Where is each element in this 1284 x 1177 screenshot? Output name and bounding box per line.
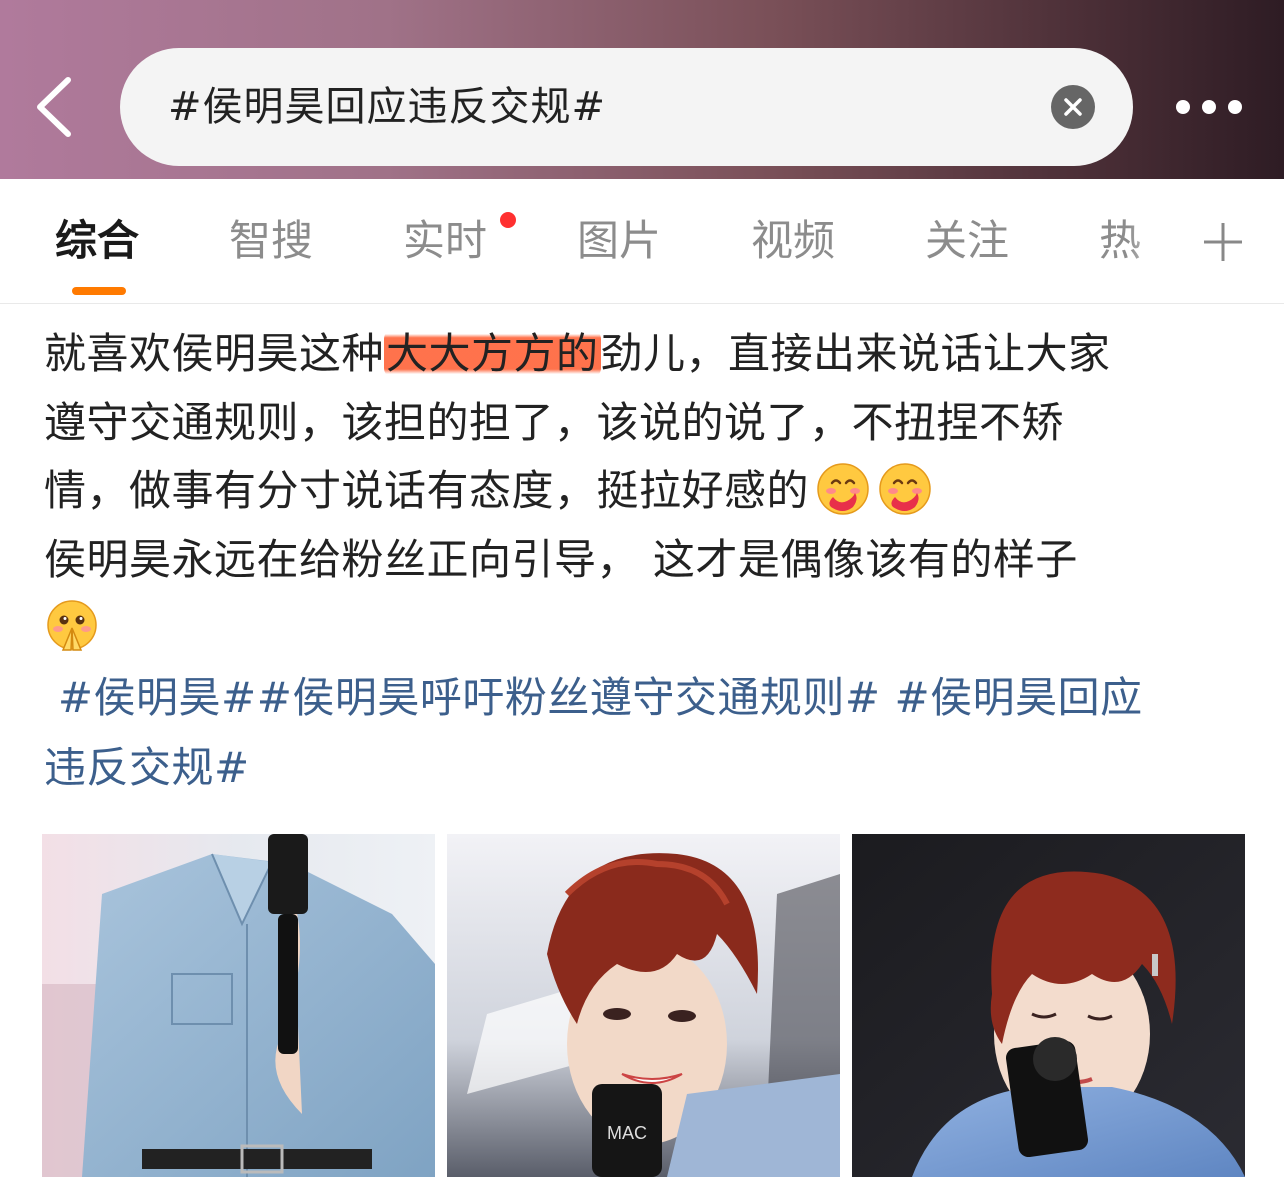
more-dot-icon — [1202, 100, 1216, 114]
post-text-segment: 劲儿，直接出来说话让大家 — [600, 329, 1111, 378]
close-icon — [1064, 98, 1082, 116]
post-topics: #侯明昊##侯明昊呼吁粉丝遵守交通规则# #侯明昊回应 违反交规# — [44, 663, 1244, 803]
post-line: 遵守交通规则，该担的担了，该说的说了，不扭捏不矫 — [44, 397, 1065, 447]
post-line: 侯明昊永远在给粉丝正向引导， 这才是偶像该有的样子 — [44, 534, 1078, 584]
search-query[interactable]: #侯明昊回应违反交规# — [168, 48, 606, 166]
more-dot-icon — [1176, 100, 1190, 114]
topic-link[interactable]: 违反交规# — [44, 733, 1244, 803]
tab-videos[interactable]: 视频 — [751, 211, 835, 271]
tab-realtime[interactable]: 实时 — [403, 211, 487, 271]
tab-comprehensive[interactable]: 综合 — [55, 211, 139, 271]
top-bar: #侯明昊回应违反交规# — [0, 0, 1284, 179]
hug-emoji-icon — [877, 461, 933, 517]
back-button[interactable] — [28, 72, 84, 142]
add-tab-button[interactable] — [1200, 219, 1246, 265]
photo-shirt-mic[interactable] — [42, 834, 435, 1177]
photo-red-hair-down[interactable] — [852, 834, 1245, 1177]
clear-search-button[interactable] — [1051, 85, 1095, 129]
post-content: 就喜欢侯明昊这种大大方方的劲儿，直接出来说话让大家 遵守交通规则，该担的担了，该… — [44, 320, 1244, 663]
search-tabs: 综合 智搜 实时 图片 视频 关注 热 — [0, 179, 1284, 304]
more-dot-icon — [1228, 100, 1242, 114]
tab-fade-overlay — [1128, 179, 1188, 303]
plus-icon — [1204, 223, 1242, 261]
post-text-segment: 情，做事有分寸说话有态度，挺拉好感的 — [44, 466, 810, 515]
active-tab-indicator — [72, 287, 126, 295]
more-menu-button[interactable] — [1170, 88, 1250, 126]
post-line: 情，做事有分寸说话有态度，挺拉好感的 — [44, 457, 1244, 526]
pray-emoji-icon — [44, 598, 100, 654]
tab-smart-search[interactable]: 智搜 — [229, 211, 313, 271]
post-text-segment: 就喜欢侯明昊这种 — [44, 329, 385, 378]
highlighted-text: 大大方方的 — [384, 329, 601, 378]
tab-following[interactable]: 关注 — [925, 211, 1009, 271]
hug-emoji-icon — [815, 461, 871, 517]
photo-red-hair-smile[interactable]: MAC — [447, 834, 840, 1177]
topic-link[interactable]: #侯明昊##侯明昊呼吁粉丝遵守交通规则# #侯明昊回应 — [44, 663, 1244, 733]
mic-brand-label: MAC — [607, 1123, 647, 1143]
post-line — [44, 594, 1244, 663]
post-line: 就喜欢侯明昊这种大大方方的劲儿，直接出来说话让大家 — [44, 320, 1244, 389]
chevron-left-icon — [37, 77, 71, 137]
new-badge-dot — [500, 212, 516, 228]
tab-images[interactable]: 图片 — [577, 211, 661, 271]
search-bar[interactable]: #侯明昊回应违反交规# — [120, 48, 1133, 166]
